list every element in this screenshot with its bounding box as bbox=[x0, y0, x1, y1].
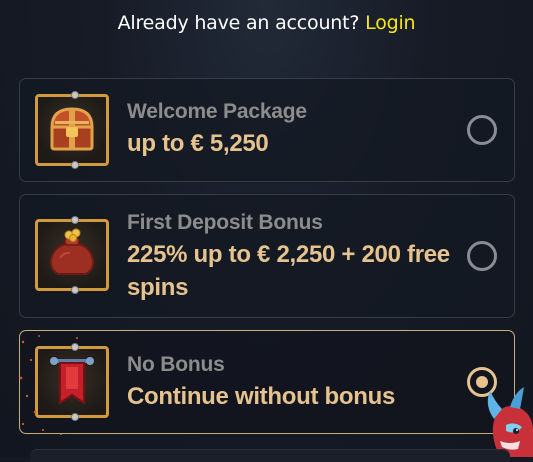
bottom-panel-edge bbox=[30, 449, 510, 462]
bonus-subtitle: up to € 5,250 bbox=[127, 130, 269, 157]
login-prompt: Already have an account? Login bbox=[0, 12, 533, 34]
bonus-option-no-bonus[interactable]: No Bonus Continue without bonus bbox=[19, 330, 515, 434]
bonus-title: Welcome Package bbox=[127, 100, 307, 123]
login-link[interactable]: Login bbox=[365, 12, 415, 34]
radio-button-unselected[interactable] bbox=[467, 115, 497, 145]
banner-flag-icon bbox=[35, 343, 109, 421]
login-prompt-text: Already have an account? bbox=[117, 12, 360, 34]
bonus-option-welcome-package[interactable]: Welcome Package up to € 5,250 bbox=[19, 78, 515, 182]
money-bag-icon bbox=[35, 216, 109, 294]
treasure-chest-icon bbox=[35, 91, 109, 169]
bonus-title: First Deposit Bonus bbox=[127, 211, 323, 234]
bonus-option-first-deposit[interactable]: First Deposit Bonus 225% up to € 2,250 +… bbox=[19, 194, 515, 318]
bonus-title: No Bonus bbox=[127, 353, 225, 376]
dragon-mascot-decoration bbox=[487, 387, 533, 457]
bonus-subtitle: Continue without bonus bbox=[127, 383, 396, 410]
radio-button-unselected[interactable] bbox=[467, 241, 497, 271]
bonus-subtitle: 225% up to € 2,250 + 200 free spins bbox=[127, 241, 450, 301]
